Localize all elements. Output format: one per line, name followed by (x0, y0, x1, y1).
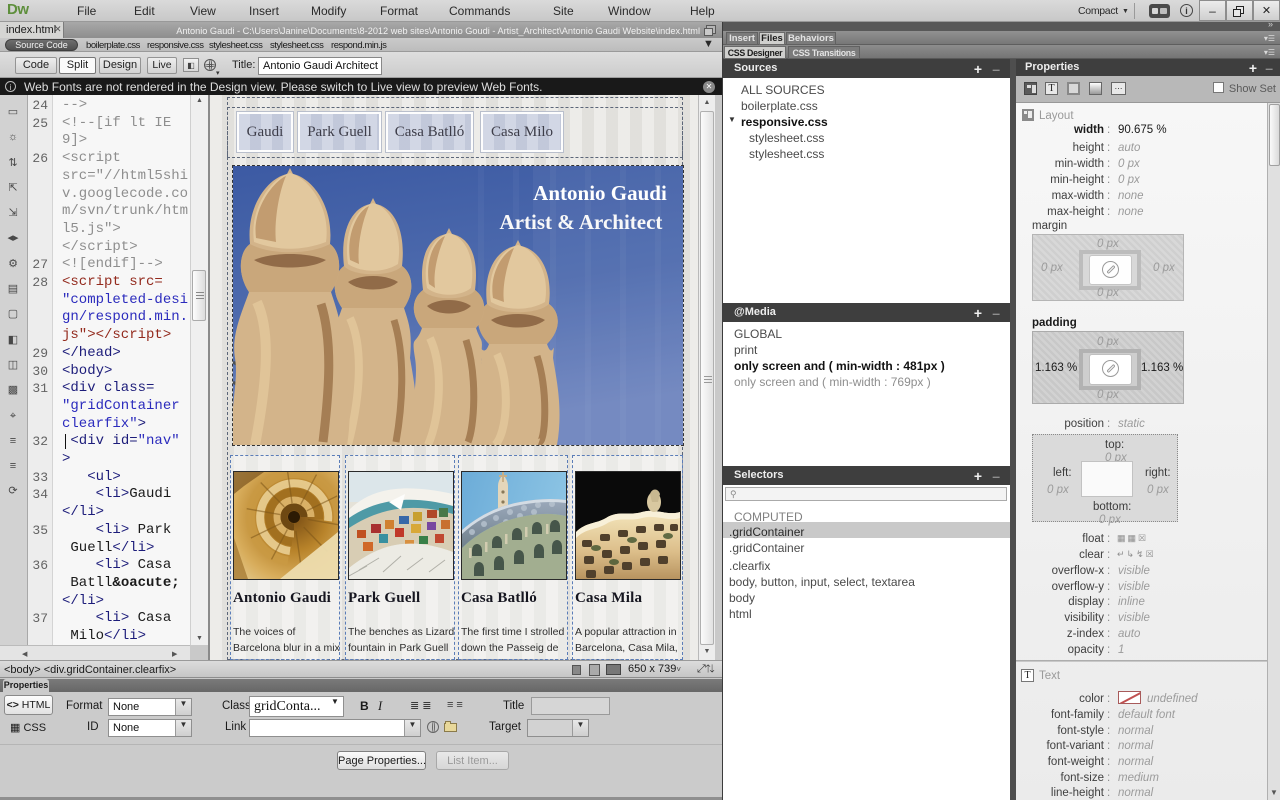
svg-text:Antonio Gaudi: Antonio Gaudi (533, 181, 667, 205)
svg-text:Artist & Architect: Artist & Architect (500, 210, 663, 234)
